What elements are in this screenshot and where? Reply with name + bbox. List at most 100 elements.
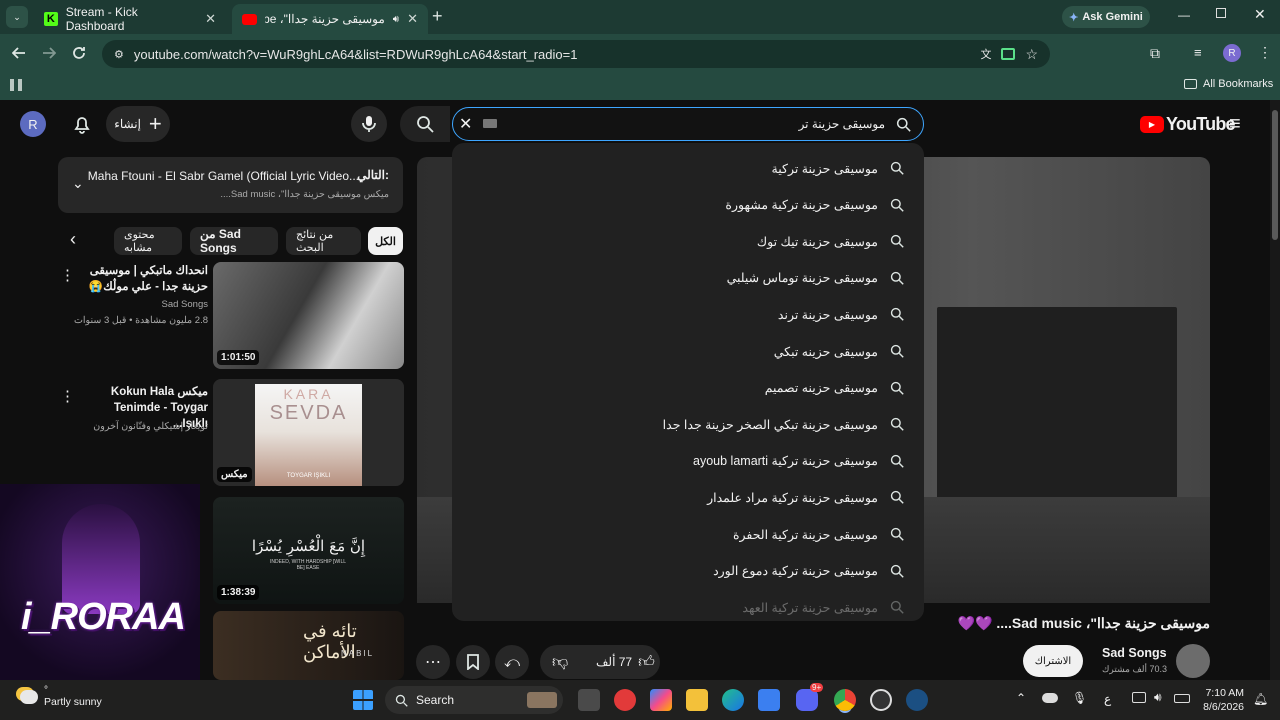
account-avatar[interactable]: R [20,111,46,137]
up-next-panel[interactable]: ⌄ التالي: Maha Ftouni - El Sabr Gamel (O… [58,157,403,213]
onedrive-icon[interactable] [1042,693,1058,703]
chip-related[interactable]: محتوى مشابه [114,227,182,255]
start-button[interactable] [353,690,373,710]
search-suggestion-item[interactable]: موسيقى حزينة تركية ayoub lamarti [693,443,904,479]
tab-search-button[interactable]: ⌄ [6,6,28,28]
battery-icon[interactable] [1174,694,1190,703]
reload-icon[interactable] [72,46,86,60]
search-suggestions-dropdown: موسيقى حزينة تركية موسيقى حزينة تركية مشه… [452,143,924,621]
search-suggestion-item[interactable]: موسيقى حزينه تبكي [774,333,904,369]
video-thumbnail[interactable]: 1:01:50 [213,262,404,369]
page-scrollbar[interactable] [1270,100,1280,680]
video-menu-icon[interactable]: ⋮ [60,387,75,405]
search-suggestion-item[interactable]: موسيقى حزينة تركية [772,150,904,186]
taskbar-search[interactable]: Search [385,686,563,714]
more-actions-button[interactable]: ⋯ [416,645,450,679]
reading-list-icon[interactable]: ≡ [1194,45,1202,60]
chevron-down-icon[interactable]: ⌄ [72,175,84,192]
search-suggestion-item[interactable]: موسيقى حزينة تبكي الصخر حزينة جدا جدا [663,406,904,442]
video-title[interactable]: انحداك ماتبكي | موسيقى حزينة جدا - علي م… [78,263,208,295]
channel-avatar[interactable] [1176,644,1210,678]
search-suggestion-item[interactable]: موسيقى حزينة تركية مراد علمدار [707,479,904,515]
close-icon[interactable]: ✕ [407,11,418,27]
keyboard-icon[interactable] [483,119,497,128]
share-button[interactable]: ⤺ [495,645,529,679]
search-input[interactable]: ✕ موسيقى حزينة تر [452,107,924,141]
notifications-bell-icon[interactable] [72,114,92,134]
bookmark-star-icon[interactable]: ☆ [1025,46,1038,63]
dislike-button[interactable]: 👎︎ [552,653,568,672]
minimize-button[interactable]: — [1178,8,1190,22]
microphone-tray-icon[interactable]: 🎙︎ [1072,691,1087,705]
tray-overflow-icon[interactable]: ⌃ [1016,691,1026,705]
install-app-icon[interactable] [1001,48,1016,60]
apps-grid-icon[interactable] [10,79,22,91]
search-suggestion-item[interactable]: موسيقى حزينة تركية الحفرة [733,516,904,552]
browser-menu-icon[interactable]: ⋮ [1258,44,1272,61]
site-info-icon[interactable]: ⚙︎ [114,48,124,61]
speaker-icon[interactable]: 🔊︎ [393,14,399,25]
chip-all[interactable]: الكل [368,227,403,255]
search-suggestion-item[interactable]: موسيقى حزينة تركية العهد [742,589,904,621]
clear-search-icon[interactable]: ✕ [459,114,472,134]
forward-arrow-icon[interactable] [42,46,56,60]
channel-name[interactable]: Sad Songs [1102,646,1167,660]
video-thumbnail[interactable]: إِنَّ مَعَ الْعُسْرِ يُسْرًا INDEED, WIT… [213,497,404,604]
chip-from-sad-songs[interactable]: من Sad Songs [190,227,278,255]
subscribe-button[interactable]: الاشتراك [1023,645,1083,677]
translate-icon[interactable]: 文 [980,46,991,62]
video-menu-icon[interactable]: ⋮ [60,266,75,284]
video-thumbnail[interactable]: تائه في الأماكن NABIL [213,611,404,680]
microsoft-store-icon[interactable] [758,689,780,711]
like-dislike-group: 77 ألف 👍︎ 👎︎ [540,645,660,679]
maximize-button[interactable] [1216,8,1226,18]
weather-widget[interactable]: ° Partly sunny [20,686,102,708]
address-bar[interactable]: ⚙︎ youtube.com/watch?v=WuR9ghLcA64&list=… [102,40,1050,68]
search-suggestion-item[interactable]: موسيقى حزينة توماس شيلبي [727,260,904,296]
video-channel[interactable]: Sad Songs [78,299,208,310]
window-close-button[interactable]: ✕ [1254,6,1266,23]
search-submit-button[interactable] [400,106,450,142]
search-suggestion-item[interactable]: موسيقى حزينه تصميم [765,370,904,406]
save-button[interactable] [456,645,490,679]
tab-youtube[interactable]: موسيقى حزينة جداا"، ouTube 🔊︎ ✕ [232,4,428,34]
back-arrow-icon[interactable] [12,46,26,60]
volume-icon[interactable]: 🔊︎ [1154,690,1162,705]
scrollbar-thumb[interactable] [1272,110,1278,240]
new-tab-button[interactable]: + [432,6,443,27]
all-bookmarks-button[interactable]: All Bookmarks [1184,78,1273,90]
tab-kick-dashboard[interactable]: K Stream - Kick Dashboard ✕ [34,4,226,34]
notifications-icon[interactable]: 🔔︎ [1253,692,1268,706]
close-icon[interactable]: ✕ [205,11,216,27]
file-explorer-icon[interactable] [686,689,708,711]
steam-icon[interactable] [906,689,928,711]
ea-app-icon[interactable] [614,689,636,711]
clock[interactable]: 7:10 AM 8/6/2026 [1198,686,1244,714]
ask-gemini-button[interactable]: ✦ Ask Gemini [1062,6,1150,28]
extensions-icon[interactable]: ⧉ [1150,45,1160,62]
voice-search-button[interactable] [351,106,387,142]
profile-avatar[interactable]: R [1223,44,1241,62]
hamburger-menu-icon[interactable]: ≡ [1229,113,1241,136]
edge-icon[interactable] [722,689,744,711]
obs-icon[interactable] [870,689,892,711]
video-channel[interactable]: تويغار إشيكلي وفنّانون آخرون [70,421,208,432]
chips-prev-icon[interactable]: ‹ [70,229,76,250]
search-icon [890,271,904,285]
search-suggestion-item[interactable]: موسيقى حزينة تركية مشهورة [725,187,904,223]
partly-sunny-icon [20,690,38,704]
video-thumbnail[interactable]: KARA SEVDA TOYGAR IŞIKLI ميكس [213,379,404,486]
network-icon[interactable] [1132,692,1146,703]
like-button[interactable]: 77 ألف 👍︎ [596,645,655,679]
search-suggestion-item[interactable]: موسيقى حزينة تيك توك [757,223,904,259]
task-view-icon[interactable] [578,689,600,711]
chrome-icon[interactable] [834,689,856,711]
language-indicator[interactable]: ع [1104,692,1111,706]
copilot-icon[interactable] [650,689,672,711]
discord-icon[interactable]: 9+ [796,683,824,711]
search-suggestion-item[interactable]: موسيقى حزينة تركية دموع الورد [713,553,904,589]
create-button[interactable]: إنشاء + [106,106,170,142]
search-suggestion-item[interactable]: موسيقى حزينة ترند [778,296,904,332]
chip-from-search[interactable]: من نتائج البحث [286,227,361,255]
youtube-logo[interactable]: ▶ YouTube [1140,114,1236,135]
